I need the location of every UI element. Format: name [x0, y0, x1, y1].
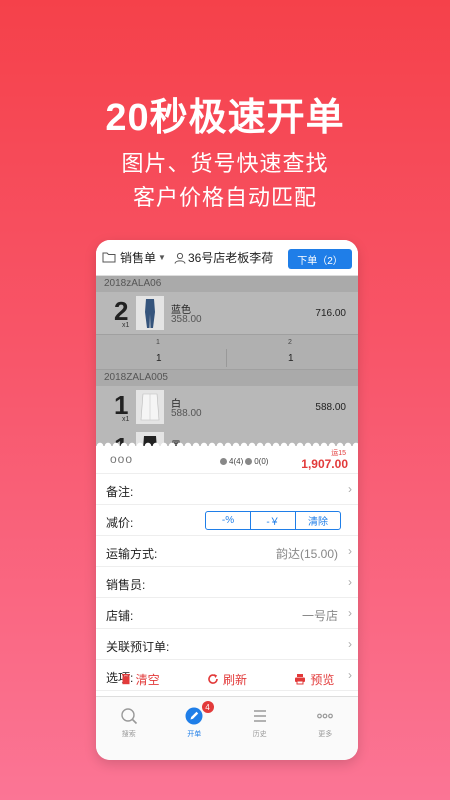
item-counts: 4(4) 0(0) — [220, 457, 268, 466]
tab-more-label: 更多 — [318, 731, 333, 738]
size-label: 2 — [288, 339, 292, 346]
folder-icon — [102, 252, 116, 263]
discount-label: 减价: — [106, 516, 134, 530]
size-quantity[interactable]: 1 — [288, 353, 294, 364]
order-type-selector[interactable]: 销售单 — [120, 249, 156, 266]
item-amount: 716.00 — [315, 308, 346, 319]
chevron-right-icon: › — [348, 482, 352, 496]
item-quantity-multiplier: x1 — [122, 322, 130, 329]
preorder-label: 关联预订单: — [106, 640, 170, 654]
store-row[interactable]: 店铺: 一号店 › — [96, 598, 358, 629]
size-label: 1 — [156, 339, 160, 346]
sku-header: 2018zALA06 — [96, 276, 358, 292]
chevron-right-icon: › — [348, 575, 352, 589]
order-total: 1,907.00 — [301, 457, 348, 471]
size-quantity[interactable]: 1 — [156, 353, 162, 364]
shipping-value: 韵达(15.00) — [275, 547, 338, 561]
preview-label: 预览 — [310, 672, 335, 687]
item-amount: 588.00 — [315, 402, 346, 413]
order-panel: ooo 4(4) 0(0) 运15 1,907.00 备注: › 减价: -% … — [96, 440, 358, 696]
more-dots-icon — [317, 713, 334, 719]
item-quantity-multiplier: x1 — [122, 416, 130, 423]
search-icon — [121, 708, 137, 725]
expand-dots-icon[interactable]: ooo — [110, 452, 133, 466]
store-label: 店铺: — [106, 609, 134, 623]
tab-open-order[interactable]: 4 开单 — [162, 697, 228, 760]
chevron-right-icon: › — [348, 606, 352, 620]
count-dot-icon — [245, 458, 253, 465]
divider — [226, 349, 227, 367]
tab-badge: 4 — [201, 701, 214, 713]
refresh-icon — [208, 674, 218, 684]
preview-button[interactable]: 预览 — [271, 671, 358, 688]
promo-headline: 20秒极速开单 — [105, 97, 345, 139]
pencil-icon — [185, 707, 203, 725]
clear-label: 清空 — [135, 672, 160, 687]
promo-subline-1: 图片、货号快速查找 — [121, 151, 329, 176]
refresh-label: 刷新 — [222, 672, 247, 687]
tab-search[interactable]: 搜索 — [96, 697, 162, 760]
discount-amount-button[interactable]: -￥ — [250, 511, 296, 530]
salesperson-label: 销售员: — [106, 578, 146, 592]
count-b: 0(0) — [254, 457, 269, 466]
remark-label: 备注: — [106, 485, 134, 499]
size-breakdown: 1 1 2 1 — [96, 334, 358, 370]
item-unit-price: 358.00 — [171, 314, 202, 325]
preorder-row[interactable]: 关联预订单: › — [96, 629, 358, 660]
chevron-right-icon: › — [348, 637, 352, 651]
action-bar: 清空 刷新 预览 — [96, 664, 358, 694]
order-summary: ooo 4(4) 0(0) 运15 1,907.00 — [96, 446, 358, 474]
item-unit-price: 588.00 — [171, 408, 202, 419]
salesperson-row[interactable]: 销售员: › — [96, 567, 358, 598]
shipping-row[interactable]: 运输方式: 韵达(15.00) › — [96, 536, 358, 567]
list-item[interactable]: 1 x1 白 588.00 588.00 — [96, 386, 358, 428]
remark-row[interactable]: 备注: › — [96, 474, 358, 505]
discount-controls: -% -￥ 清除 — [205, 511, 341, 530]
product-thumbnail — [136, 296, 164, 330]
list-item[interactable]: 2 x1 蓝色 358.00 716.00 — [96, 292, 358, 334]
refresh-button[interactable]: 刷新 — [183, 671, 270, 688]
count-dot-icon — [220, 458, 227, 465]
chevron-right-icon: › — [348, 544, 352, 558]
discount-percent-button[interactable]: -% — [205, 511, 251, 530]
product-thumbnail — [136, 390, 164, 424]
phone-screen: 销售单 ▼ 36号店老板李荷 下单（2） 2018zALA06 2 x1 蓝色 … — [96, 240, 358, 760]
shipping-label: 运输方式: — [106, 547, 158, 561]
printer-icon — [295, 674, 306, 685]
top-bar: 销售单 ▼ 36号店老板李荷 下单（2） — [96, 240, 358, 276]
clear-button[interactable]: 清空 — [96, 671, 183, 688]
store-value: 一号店 — [301, 609, 338, 623]
count-a: 4(4) — [229, 457, 244, 466]
chevron-down-icon[interactable]: ▼ — [158, 253, 166, 262]
tab-more[interactable]: 更多 — [293, 697, 359, 760]
person-icon — [174, 252, 186, 264]
trash-icon — [121, 674, 130, 685]
tab-bar: 搜索 4 开单 历史 更多 — [96, 696, 358, 760]
customer-selector[interactable]: 36号店老板李荷 — [188, 249, 273, 266]
sku-header: 2018ZALA005 — [96, 370, 358, 386]
promo-subline-2: 客户价格自动匹配 — [132, 185, 317, 210]
submit-order-button[interactable]: 下单（2） — [288, 249, 352, 269]
list-icon — [253, 710, 266, 722]
discount-row: 减价: -% -￥ 清除 — [96, 505, 358, 536]
discount-clear-button[interactable]: 清除 — [295, 511, 341, 530]
tab-history-label: 历史 — [252, 731, 267, 738]
tab-history[interactable]: 历史 — [227, 697, 293, 760]
tab-open-order-label: 开单 — [187, 731, 202, 738]
tab-search-label: 搜索 — [121, 731, 136, 738]
